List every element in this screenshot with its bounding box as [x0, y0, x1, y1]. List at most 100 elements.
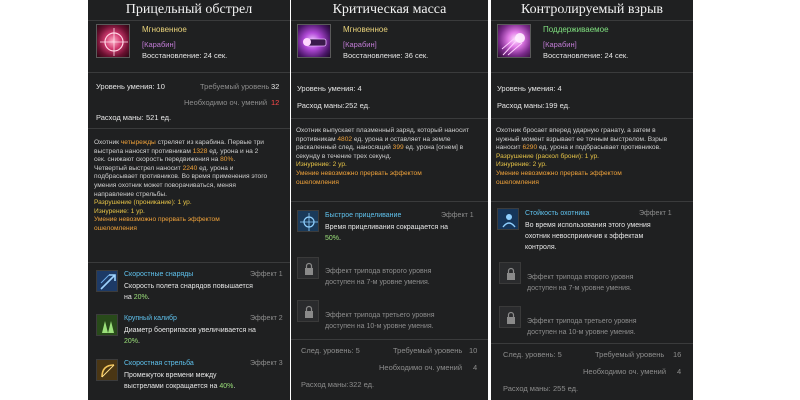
required-level-label: Требуемый уровень	[200, 82, 270, 91]
tripod-desc: 20%.	[124, 338, 140, 345]
tripod-effect-slot: Эффект 1	[250, 271, 283, 278]
lock-icon	[297, 257, 319, 279]
skill-title: Критическая масса	[332, 2, 447, 17]
tripod-desc: контроля.	[525, 244, 557, 251]
skill-points-label: Необходимо оч. умений	[379, 363, 463, 372]
next-mana-label: Расход маны:	[503, 384, 551, 393]
tripod-effect-slot: Эффект 3	[250, 360, 283, 367]
skill-tooltip-precise-barrage: Прицельный обстрел Мгновенное [Карабин] …	[88, 0, 290, 400]
tripod-name: Крупный калибр	[124, 315, 177, 322]
mana-label: Расход маны:	[96, 113, 144, 122]
weapon-type: [Карабин]	[343, 40, 377, 49]
stamina-icon	[497, 208, 519, 230]
note-line: ошеломления	[94, 224, 137, 232]
required-level-label: Требуемый уровень	[393, 346, 463, 355]
divider	[491, 118, 693, 119]
divider	[491, 72, 693, 73]
cooldown: Восстановление: 36 сек.	[343, 51, 429, 60]
bullets-icon	[96, 314, 118, 336]
locked-tripod-text: доступен на 7-м уровне умения.	[527, 285, 632, 292]
skill-points-value: 4	[677, 367, 682, 376]
tripod-effect-slot: Эффект 1	[639, 210, 672, 217]
tripod-name: Стойкость охотника	[525, 210, 590, 217]
lock-icon	[499, 306, 521, 328]
tripod-desc: 50%.	[325, 235, 341, 242]
locked-tripod-text: доступен на 10-м уровне умения.	[325, 323, 434, 330]
skill-tooltip-critical-mass: Критическая масса Мгновенное [Карабин] В…	[291, 0, 488, 400]
skill-points-value: 12	[271, 98, 280, 107]
tripod-desc: Скорость полета снарядов повышается	[124, 283, 253, 290]
weapon-type: [Карабин]	[543, 40, 577, 49]
mana-label: Расход маны:	[297, 101, 345, 110]
note-line: ошеломления	[496, 178, 539, 186]
effect-line: Разрушение (проникание): 1 ур.	[94, 199, 192, 207]
cast-type: Поддерживаемое	[543, 25, 609, 34]
divider	[491, 343, 693, 344]
divider	[291, 72, 488, 73]
effect-line: Изнурение: 2 ур.	[496, 161, 547, 169]
note-line: ошеломления	[296, 178, 339, 186]
next-level: След. уровень: 5	[503, 350, 562, 359]
cast-type: Мгновенное	[142, 25, 187, 34]
tripod-name: Быстрое прицеливание	[325, 212, 402, 219]
tripod-desc: на 20%.	[124, 294, 150, 301]
divider	[88, 72, 290, 73]
plasma-cannon-icon	[297, 24, 331, 58]
tripod-effect-slot: Эффект 2	[250, 315, 283, 322]
divider	[291, 339, 488, 340]
divider	[88, 262, 290, 263]
cast-type: Мгновенное	[343, 25, 388, 34]
weapon-type: [Карабин]	[142, 40, 176, 49]
skill-level: Уровень умения: 10	[96, 82, 165, 91]
divider	[291, 118, 488, 119]
next-mana-value: 322 ед.	[349, 380, 375, 389]
effect-line: Изнурение: 1 ур.	[94, 207, 145, 215]
divider	[291, 20, 488, 21]
mana-value: 521 ед.	[146, 113, 172, 122]
locked-tripod-text: Эффект трипода третьего уровня	[527, 318, 637, 325]
next-mana-value: 255 ед.	[553, 384, 579, 393]
tripod-desc: Промежуток времени между	[124, 372, 217, 379]
skill-title: Контролируемый взрыв	[521, 2, 663, 17]
skill-level: Уровень умения: 4	[297, 84, 362, 93]
locked-tripod-text: Эффект трипода третьего уровня	[325, 312, 435, 319]
tripod-name: Скоростная стрельба	[124, 360, 194, 367]
skill-points-label: Необходимо оч. умений	[184, 98, 268, 107]
mana-value: 199 ед.	[545, 101, 571, 110]
effect-line: Изнурение: 2 ур.	[296, 161, 347, 169]
divider	[88, 128, 290, 129]
tripod-desc: охотник невосприимчив к эффектам	[525, 233, 644, 240]
bow-shot-icon	[96, 359, 118, 381]
note-line: Умение невозможно прервать эффектом	[296, 169, 422, 177]
explosion-icon	[497, 24, 531, 58]
cooldown: Восстановление: 24 сек.	[142, 51, 228, 60]
next-mana-label: Расход маны:	[301, 380, 349, 389]
next-level: След. уровень: 5	[301, 346, 360, 355]
skill-description: Охотник бросает вперед ударную гранату, …	[496, 127, 668, 186]
mana-value: 252 ед.	[345, 101, 371, 110]
note-line: Умение невозможно прервать эффектом	[496, 169, 622, 177]
tripod-desc: Диаметр боеприпасов увеличивается на	[124, 327, 256, 334]
divider	[491, 20, 693, 21]
lock-icon	[297, 300, 319, 322]
skill-tooltip-controlled-explosion: Контролируемый взрыв Поддерживаемое [Кар…	[491, 0, 693, 400]
mana-label: Расход маны:	[497, 101, 545, 110]
note-line: Умение невозможно прервать эффектом	[94, 216, 220, 224]
tripod-desc: Во время использования этого умения	[525, 222, 651, 229]
locked-tripod-text: доступен на 7-м уровне умения.	[325, 279, 430, 286]
tripod-desc: выстрелами сокращается на 40%.	[124, 383, 236, 390]
skill-level: Уровень умения: 4	[497, 84, 562, 93]
tripod-effect-slot: Эффект 1	[441, 212, 474, 219]
lock-icon	[499, 262, 521, 284]
skill-points-value: 4	[473, 363, 478, 372]
skill-title: Прицельный обстрел	[125, 2, 253, 17]
locked-tripod-text: Эффект трипода второго уровня	[527, 274, 634, 281]
divider	[88, 20, 290, 21]
locked-tripod-text: Эффект трипода второго уровня	[325, 268, 432, 275]
required-level-value: 16	[673, 350, 682, 359]
tripod-desc: Время прицеливания сокращается на	[325, 224, 448, 231]
crosshair-burst-icon	[96, 24, 130, 58]
skill-description: Охотник четырежды стреляет из карабина. …	[94, 139, 268, 232]
divider	[491, 201, 693, 202]
tripod-name: Скоростные снаряды	[124, 271, 194, 278]
